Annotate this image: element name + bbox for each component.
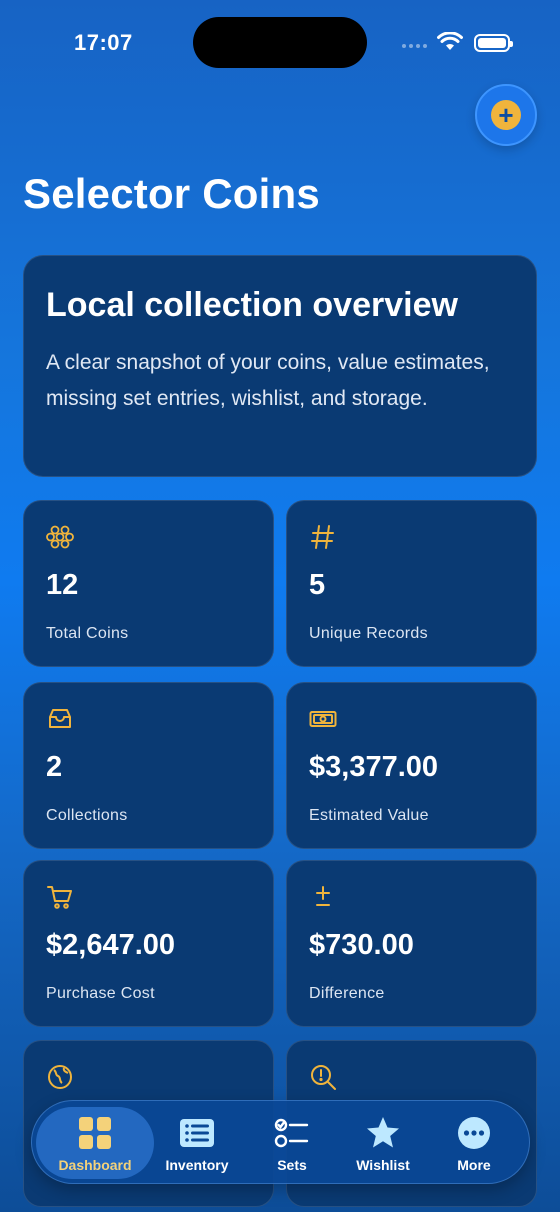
grid-icon	[79, 1117, 111, 1149]
overview-card: Local collection overview A clear snapsh…	[23, 255, 537, 477]
stat-card-collections[interactable]: 2 Collections	[23, 682, 274, 849]
overview-title: Local collection overview	[46, 286, 458, 324]
coins-icon	[46, 525, 74, 549]
hash-icon	[311, 525, 334, 549]
magnifier-alert-icon	[311, 1065, 336, 1090]
overview-description: A clear snapshot of your coins, value es…	[46, 351, 490, 410]
wifi-icon	[437, 32, 463, 50]
dynamic-island	[193, 17, 367, 68]
banknote-icon	[309, 711, 337, 727]
battery-icon	[474, 34, 513, 52]
stat-card-purchase-cost[interactable]: $2,647.00 Purchase Cost	[23, 860, 274, 1027]
tab-inventory[interactable]: Inventory	[142, 1107, 252, 1179]
stat-label: Collections	[46, 807, 128, 824]
stat-label: Unique Records	[309, 625, 428, 642]
stat-value: 2	[46, 751, 63, 783]
tab-label: Sets	[277, 1157, 307, 1173]
tab-more[interactable]: More	[419, 1107, 529, 1179]
plus-minus-icon	[316, 886, 330, 906]
stat-value: 12	[46, 569, 79, 601]
stat-card-difference[interactable]: $730.00 Difference	[286, 860, 537, 1027]
add-coin-button[interactable]: +	[475, 84, 537, 146]
tab-bar: Dashboard Inventory Sets Wishlist More	[31, 1100, 530, 1184]
stat-value: $730.00	[309, 929, 414, 961]
globe-icon	[48, 1065, 72, 1089]
stat-label: Total Coins	[46, 625, 129, 642]
more-icon	[458, 1117, 490, 1149]
list-icon	[180, 1119, 214, 1147]
page-title: Selector Coins	[23, 170, 320, 217]
tab-label: More	[457, 1157, 491, 1173]
tray-icon	[49, 709, 71, 728]
tab-dashboard[interactable]: Dashboard	[36, 1107, 154, 1179]
stat-card-unique-records[interactable]: 5 Unique Records	[286, 500, 537, 667]
stat-label: Purchase Cost	[46, 985, 155, 1002]
tab-label: Inventory	[165, 1157, 229, 1173]
stat-label: Estimated Value	[309, 807, 429, 824]
stat-card-estimated-value[interactable]: $3,377.00 Estimated Value	[286, 682, 537, 849]
tab-label: Dashboard	[58, 1157, 132, 1173]
signal-icon	[402, 44, 427, 48]
stat-label: Difference	[309, 985, 385, 1002]
status-bar: 17:07	[0, 0, 560, 80]
status-time: 17:07	[74, 30, 133, 55]
star-icon	[367, 1117, 399, 1148]
plus-icon: +	[491, 100, 521, 130]
checklist-icon	[274, 1118, 309, 1148]
tab-label: Wishlist	[356, 1157, 410, 1173]
cart-icon	[47, 886, 72, 909]
stat-value: 5	[309, 569, 326, 601]
stat-card-total-coins[interactable]: 12 Total Coins	[23, 500, 274, 667]
stat-value: $3,377.00	[309, 751, 439, 783]
stat-value: $2,647.00	[46, 929, 176, 961]
